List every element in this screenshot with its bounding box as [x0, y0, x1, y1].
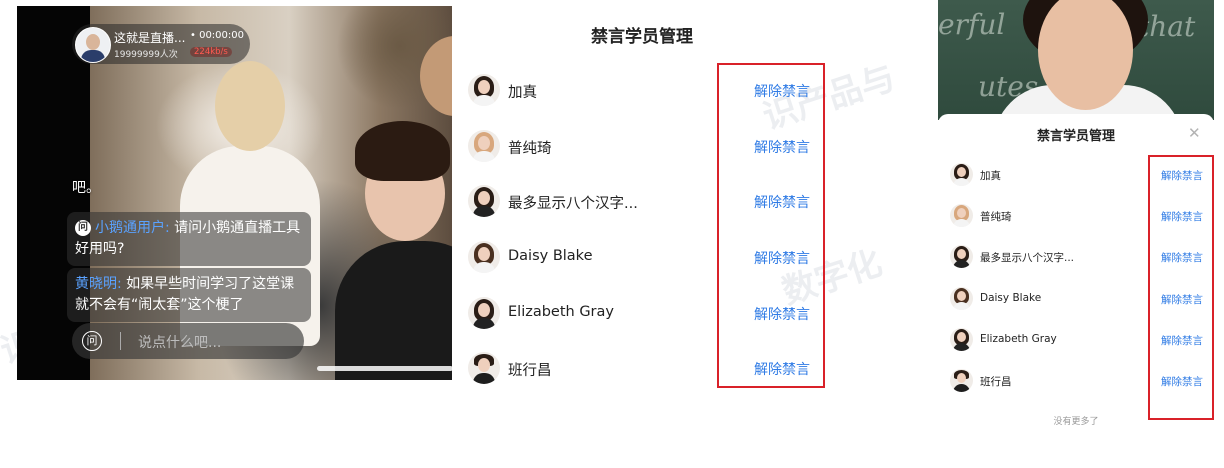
user-avatar: [950, 369, 973, 392]
user-name: Elizabeth Gray: [508, 304, 614, 320]
user-avatar: [468, 185, 500, 217]
video-person: [335, 241, 452, 380]
question-mode-icon[interactable]: 问: [82, 331, 102, 351]
user-avatar: [950, 204, 973, 227]
close-icon[interactable]: ✕: [1188, 124, 1201, 142]
user-name: 加真: [980, 170, 1001, 182]
chat-message: 黄晓明: 如果早些时间学习了这堂课就不会有“闹太套”这个梗了: [67, 268, 311, 322]
home-indicator: [317, 366, 452, 371]
host-info-pill[interactable]: 这就是直播... • 00:00:00 19999999人次 224kb/s: [72, 24, 250, 64]
chat-username[interactable]: 黄晓明:: [75, 276, 122, 292]
user-avatar: [950, 245, 973, 268]
question-icon: 问: [75, 220, 91, 236]
chat-input-placeholder[interactable]: 说点什么吧...: [138, 332, 221, 352]
user-name: 普纯琦: [508, 141, 552, 157]
highlight-box: [1148, 155, 1214, 420]
user-avatar: [468, 241, 500, 273]
view-count: 19999999人次: [114, 50, 178, 60]
list-end-text: 没有更多了: [1053, 417, 1099, 427]
user-name: Daisy Blake: [980, 292, 1042, 304]
mute-list-title: 禁言学员管理: [591, 27, 693, 47]
sheet-title: 禁言学员管理: [1036, 129, 1115, 144]
user-name: 班行昌: [980, 376, 1012, 388]
user-name: 班行昌: [508, 363, 552, 379]
user-avatar: [468, 352, 500, 384]
user-avatar: [950, 328, 973, 351]
user-name: Daisy Blake: [508, 248, 593, 264]
live-stream-view[interactable]: 这就是直播... • 00:00:00 19999999人次 224kb/s 吧…: [17, 6, 452, 380]
video-person: [355, 121, 450, 181]
video-preview: erful utes. that: [938, 0, 1214, 120]
chat-input-bar[interactable]: 问 说点什么吧...: [72, 323, 304, 359]
video-person: [420, 36, 452, 116]
chat-message-partial: 吧。: [72, 180, 100, 196]
network-speed-badge: 224kb/s: [190, 47, 232, 57]
divider: [120, 332, 121, 350]
user-avatar: [468, 297, 500, 329]
user-name: Elizabeth Gray: [980, 333, 1057, 345]
highlight-box: [717, 63, 825, 388]
chat-username[interactable]: 小鹅通用户:: [95, 220, 170, 236]
user-avatar: [468, 130, 500, 162]
user-name: 加真: [508, 85, 537, 101]
host-avatar[interactable]: [75, 27, 111, 63]
stream-duration: • 00:00:00: [190, 30, 244, 41]
user-name: 最多显示八个汉字...: [508, 196, 638, 212]
user-name: 普纯琦: [980, 211, 1012, 223]
user-name: 最多显示八个汉字...: [980, 252, 1075, 264]
user-avatar: [950, 163, 973, 186]
chat-message: 问小鹅通用户: 请问小鹅通直播工具好用吗?: [67, 212, 311, 266]
user-avatar: [950, 287, 973, 310]
video-person: [215, 61, 285, 151]
stream-title: 这就是直播...: [114, 31, 186, 45]
user-avatar: [468, 74, 500, 106]
